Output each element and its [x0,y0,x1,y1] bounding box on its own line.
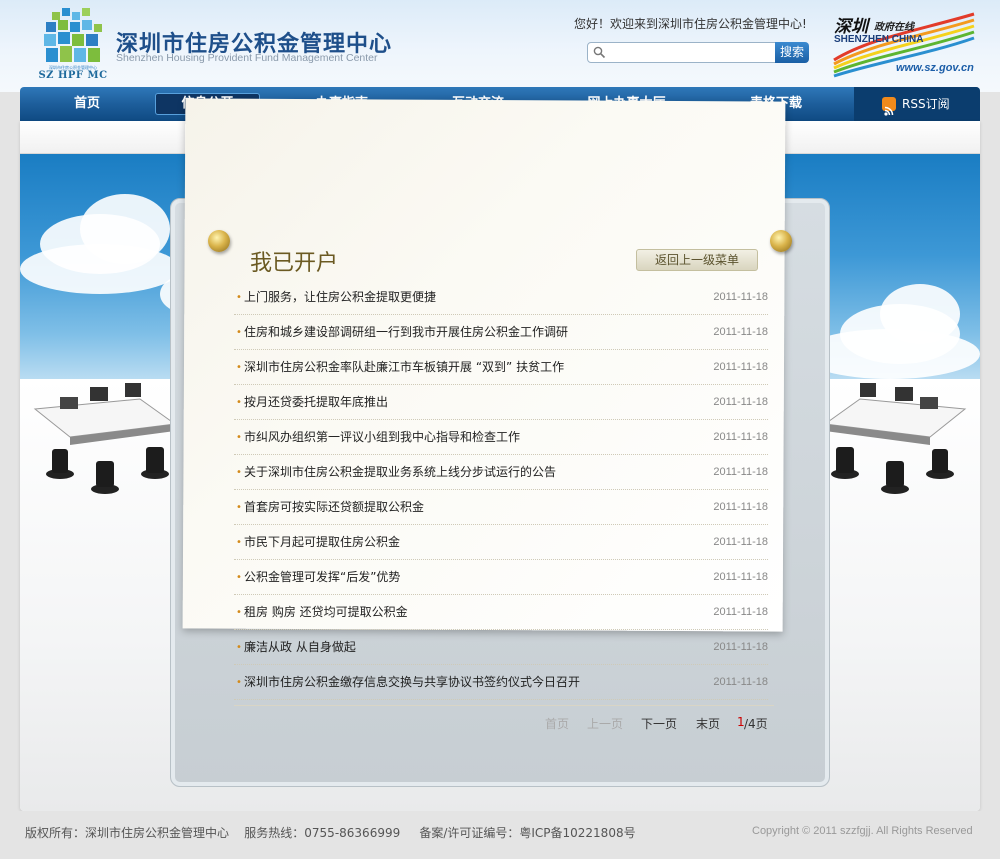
article-date: 2011-11-18 [713,291,768,303]
article-title[interactable]: 市纠风办组织第一评议小组到我中心指导和检查工作 [244,420,520,455]
rss-subscribe[interactable]: RSS订阅 [854,87,980,121]
article-date: 2011-11-18 [713,326,768,338]
site-header: 深圳市住房公积金管理中心 SZ HPF MC 深圳市住房公积金管理中心 Shen… [0,0,1000,92]
list-item[interactable]: • 廉洁从政 从自身做起 2011-11-18 [234,630,768,665]
article-date: 2011-11-18 [713,641,768,653]
article-date: 2011-11-18 [713,361,768,373]
list-item[interactable]: • 市民下月起可提取住房公积金 2011-11-18 [234,525,768,560]
list-item[interactable]: • 按月还贷委托提取年底推出 2011-11-18 [234,385,768,420]
list-item[interactable]: • 关于深圳市住房公积金提取业务系统上线分步试运行的公告 2011-11-18 [234,455,768,490]
footer-info: 版权所有：深圳市住房公积金管理中心 服务热线：0755-86366999 备案/… [25,824,636,841]
article-title[interactable]: 首套房可按实际还贷额提取公积金 [244,490,424,525]
pin-right-icon [770,230,792,252]
article-date: 2011-11-18 [713,431,768,443]
footer-icp[interactable]: 备案/许可证编号：粤ICP备10221808号 [419,826,635,840]
search-box [587,42,777,63]
list-item[interactable]: • 市纠风办组织第一评议小组到我中心指导和检查工作 2011-11-18 [234,420,768,455]
article-list: • 上门服务，让住房公积金提取更便捷 2011-11-18 • 住房和城乡建设部调研组… [234,280,768,700]
gov-logo-cn-sub: 政府在线 [874,22,914,33]
list-item[interactable]: • 首套房可按实际还贷额提取公积金 2011-11-18 [234,490,768,525]
pager-total: /4页 [744,717,768,731]
section-title: 我已开户 [250,251,339,276]
search-input[interactable] [610,45,770,60]
back-to-parent-button[interactable]: 返回上一级菜单 [636,249,758,271]
article-title[interactable]: 深圳市住房公积金率队赴廉江市车板镇开展 “双到” 扶贫工作 [244,350,564,385]
article-title[interactable]: 深圳市住房公积金缴存信息交换与共享协议书签约仪式今日召开 [244,665,580,700]
article-title[interactable]: 租房 购房 还贷均可提取公积金 [244,595,408,630]
pager-next[interactable]: 下一页 [641,715,677,732]
article-date: 2011-11-18 [713,536,768,548]
org-name-en: Shenzhen Housing Provident Fund Manageme… [116,52,378,64]
pager-first: 首页 [545,717,570,731]
article-date: 2011-11-18 [713,396,768,408]
pager-divider [234,705,774,706]
list-item[interactable]: • 上门服务，让住房公积金提取更便捷 2011-11-18 [234,280,768,315]
list-item[interactable]: • 深圳市住房公积金缴存信息交换与共享协议书签约仪式今日召开 2011-11-18 [234,665,768,700]
search-button[interactable]: 搜索 [775,42,809,63]
article-date: 2011-11-18 [713,571,768,583]
nav-item-home[interactable]: 首页 [20,87,154,121]
article-title[interactable]: 公积金管理可发挥“后发”优势 [244,560,400,595]
search-icon [593,46,606,59]
site-footer: 版权所有：深圳市住房公积金管理中心 服务热线：0755-86366999 备案/… [0,811,1000,859]
article-title[interactable]: 住房和城乡建设部调研组一行到我市开展住房公积金工作调研 [244,315,568,350]
gov-logo-en: SHENZHEN CHINA [834,34,924,45]
list-item[interactable]: • 深圳市住房公积金率队赴廉江市车板镇开展 “双到” 扶贫工作 2011-11-18 [234,350,768,385]
article-date: 2011-11-18 [713,676,768,688]
footer-copyright-owner: 版权所有：深圳市住房公积金管理中心 [25,826,230,840]
pager-prev: 上一页 [587,717,624,731]
pin-left-icon [208,230,230,252]
rss-label: RSS订阅 [902,97,950,111]
article-title[interactable]: 关于深圳市住房公积金提取业务系统上线分步试运行的公告 [244,455,556,490]
article-date: 2011-11-18 [713,501,768,513]
pagination: 首页 上一页 下一页 末页 1 /4页 [0,715,960,735]
gov-logo-url[interactable]: www.sz.gov.cn [896,62,974,74]
article-date: 2011-11-18 [713,606,768,618]
footer-hotline: 服务热线：0755-86366999 [244,826,401,840]
footer-copyright-en: Copyright © 2011 szzfgjj. All Rights Res… [752,825,973,837]
welcome-text: 您好！欢迎来到深圳市住房公积金管理中心! [574,17,807,31]
office-desk-left-image [33,383,177,494]
list-item[interactable]: • 租房 购房 还贷均可提取公积金 2011-11-18 [234,595,768,630]
office-desk-right-image [823,383,967,494]
list-item[interactable]: • 公积金管理可发挥“后发”优势 2011-11-18 [234,560,768,595]
article-title[interactable]: 廉洁从政 从自身做起 [244,630,356,665]
article-date: 2011-11-18 [713,466,768,478]
article-title[interactable]: 上门服务，让住房公积金提取更便捷 [244,280,436,315]
logo-abbreviation: SZ HPF MC [38,70,108,81]
rss-icon [882,97,896,116]
article-title[interactable]: 市民下月起可提取住房公积金 [244,525,400,560]
article-title[interactable]: 按月还贷委托提取年底推出 [244,385,388,420]
pager-last[interactable]: 末页 [696,715,720,732]
list-item[interactable]: • 住房和城乡建设部调研组一行到我市开展住房公积金工作调研 2011-11-18 [234,315,768,350]
